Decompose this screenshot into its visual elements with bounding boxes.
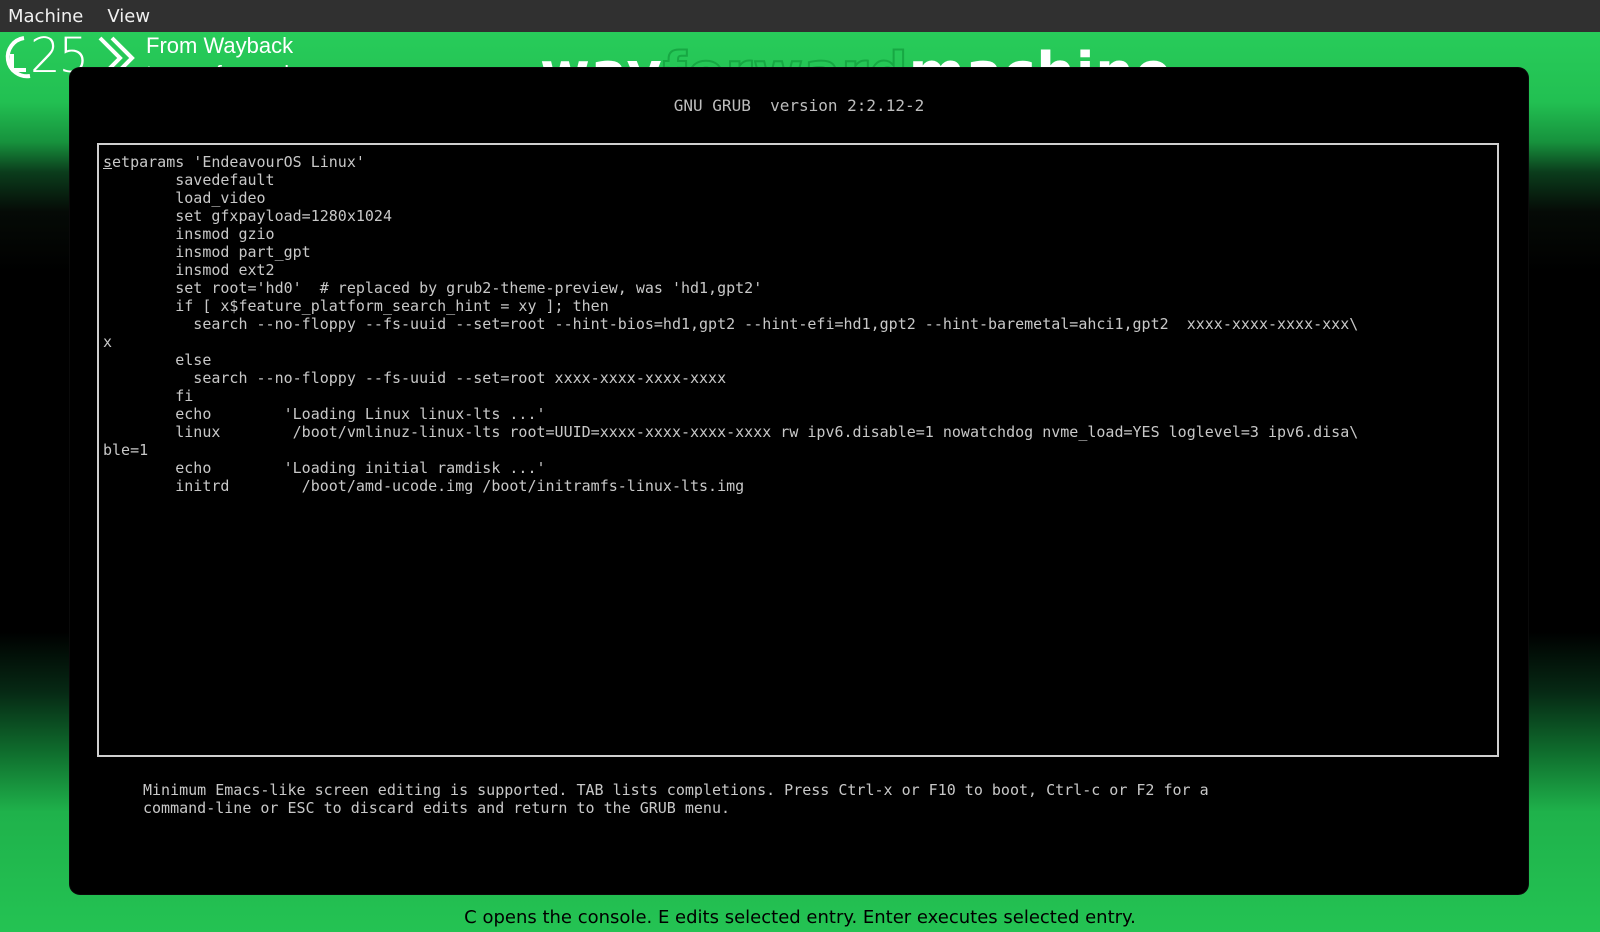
menu-view[interactable]: View bbox=[99, 6, 160, 27]
menubar: Machine View bbox=[0, 0, 1600, 32]
wordmark-way: way bbox=[540, 41, 663, 68]
menu-machine[interactable]: Machine bbox=[0, 6, 93, 27]
wordmark: wayforwardmachine bbox=[540, 38, 1172, 68]
grub-help-text: Minimum Emacs-like screen editing is sup… bbox=[143, 781, 1209, 817]
text-cursor: s bbox=[103, 153, 113, 171]
wordmark-forward: forward bbox=[662, 40, 909, 68]
grub-editor[interactable]: setparams 'EndeavourOS Linux' savedefaul… bbox=[97, 143, 1499, 757]
editor-body: savedefault load_video set gfxpayload=12… bbox=[103, 171, 1359, 495]
wordmark-machine: machine bbox=[909, 41, 1173, 68]
banner-tagline: From Wayback to way forward bbox=[146, 32, 293, 68]
status-bar: C opens the console. E edits selected en… bbox=[464, 907, 1136, 928]
editor-text[interactable]: setparams 'EndeavourOS Linux' savedefaul… bbox=[103, 153, 1358, 495]
tagline-line2: to way forward bbox=[146, 60, 293, 68]
editor-first-line: etparams 'EndeavourOS Linux' bbox=[112, 153, 365, 171]
grub-title: GNU GRUB version 2:2.12-2 bbox=[673, 96, 925, 115]
tagline-line1: From Wayback bbox=[146, 33, 294, 58]
vm-display[interactable]: GNU GRUB version 2:2.12-2 setparams 'End… bbox=[70, 68, 1528, 894]
